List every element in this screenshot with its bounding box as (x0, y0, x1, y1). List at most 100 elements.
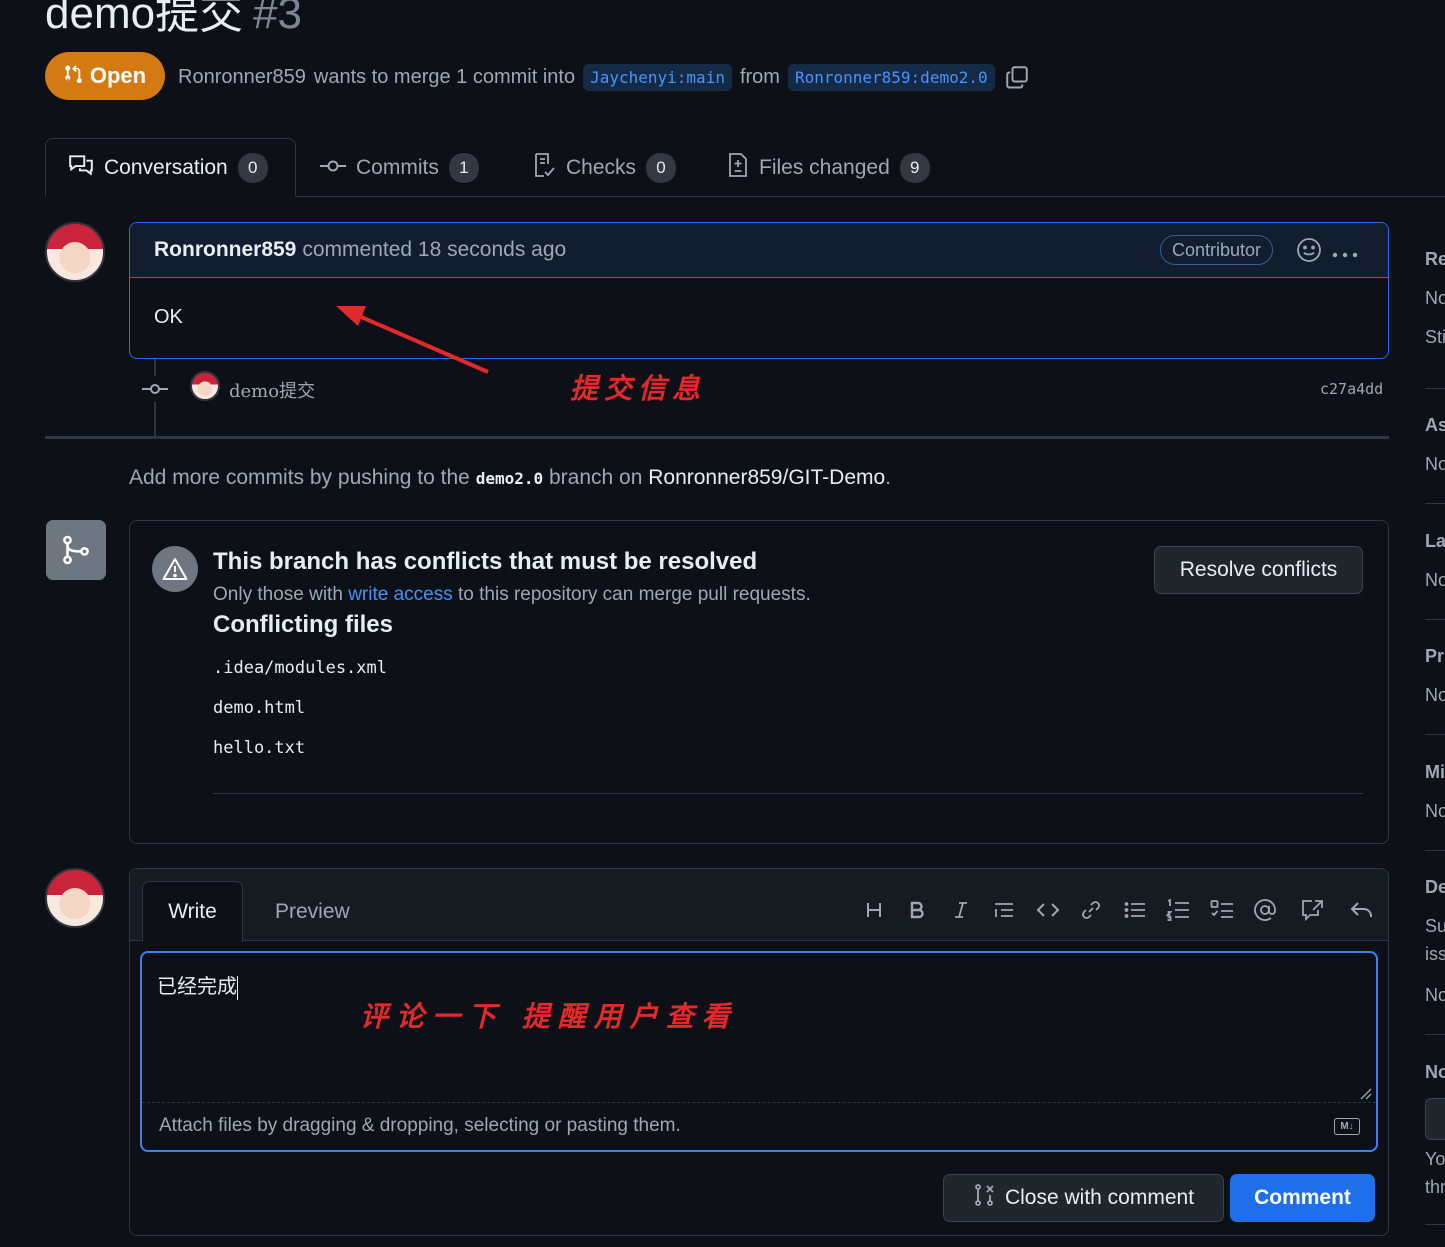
sidebar-divider (1425, 1224, 1445, 1225)
sidebar-assignees-value: No (1425, 454, 1445, 474)
pr-author-link[interactable]: Ronronner859 (178, 66, 306, 89)
tab-label: Commits (356, 155, 439, 179)
pr-number: #3 (253, 0, 303, 38)
conflict-file: hello.txt (213, 738, 306, 758)
tab-conversation[interactable]: Conversation 0 (45, 138, 296, 197)
status-label: Open (89, 63, 147, 88)
tab-commits[interactable]: Commits 1 (320, 138, 479, 197)
mention-icon[interactable] (1244, 893, 1288, 927)
sidebar-assignees-heading[interactable]: As (1425, 415, 1445, 436)
sidebar-notifications-text: thr (1425, 1177, 1445, 1197)
sidebar-divider (1425, 850, 1445, 851)
link-icon[interactable] (1070, 893, 1114, 927)
ordered-list-icon[interactable] (1157, 893, 1201, 927)
tab-write[interactable]: Write (142, 881, 243, 942)
code-icon[interactable] (1026, 893, 1070, 927)
file-diff-icon (727, 152, 749, 184)
write-access-link[interactable]: write access (348, 584, 453, 605)
resolve-conflicts-button[interactable]: Resolve conflicts (1154, 546, 1363, 594)
reply-icon[interactable] (1337, 893, 1387, 927)
subscribe-button[interactable] (1425, 1098, 1445, 1140)
sidebar-milestone-heading[interactable]: Mi (1425, 762, 1445, 783)
annotation-comment-hint: 评论一下 提醒用户查看 (360, 1000, 738, 1033)
avatar[interactable] (45, 222, 105, 282)
task-list-icon[interactable] (1200, 893, 1244, 927)
checklist-icon (532, 152, 556, 184)
tab-label: Conversation (104, 155, 228, 179)
attach-files-hint[interactable]: Attach files by dragging & dropping, sel… (159, 1115, 681, 1137)
sidebar-divider (1425, 619, 1445, 620)
repo-link[interactable]: Ronronner859/GIT-Demo (648, 466, 885, 489)
comment-body: OK (154, 306, 183, 328)
tab-counter: 0 (646, 152, 677, 183)
sidebar-notifications-text: Yo (1425, 1149, 1445, 1169)
sidebar-development-text: Su (1425, 916, 1445, 936)
sidebar-divider (1425, 1034, 1445, 1035)
merge-text: wants to merge 1 commit into (313, 65, 576, 88)
close-button-label: Close with comment (1004, 1186, 1195, 1209)
git-commit-icon (320, 156, 346, 180)
kebab-horizontal-icon[interactable] (1332, 246, 1358, 264)
pr-title: demo提交 #3 (45, 0, 302, 42)
copy-icon[interactable] (1003, 63, 1031, 91)
smiley-icon[interactable] (1296, 237, 1322, 268)
commit-sha[interactable]: c27a4dd (1320, 380, 1383, 398)
sidebar-reviewers-heading[interactable]: Re (1425, 249, 1445, 270)
tab-preview[interactable]: Preview (275, 900, 350, 924)
sidebar-development-text: iss (1425, 944, 1445, 964)
branch-name: demo2.0 (475, 469, 544, 488)
comment-text-value[interactable]: 已经完成 (157, 970, 238, 1000)
markdown-icon[interactable]: M↓ (1334, 1118, 1360, 1135)
unordered-list-icon[interactable] (1113, 893, 1157, 927)
sidebar-notifications-heading: No (1425, 1062, 1445, 1082)
add-commits-hint: Add more commits by pushing to the demo2… (129, 466, 892, 489)
sidebar-development-heading[interactable]: De (1425, 877, 1445, 898)
tab-counter: 1 (448, 152, 479, 183)
tab-files-changed[interactable]: Files changed 9 (727, 138, 930, 197)
avatar[interactable] (190, 371, 220, 401)
status-badge: Open (45, 52, 165, 100)
cross-reference-icon[interactable] (1287, 893, 1337, 927)
head-branch[interactable]: Ronronner859:demo2.0 (787, 63, 995, 91)
comment-meta[interactable]: commented 18 seconds ago (302, 238, 566, 262)
sidebar-labels-heading[interactable]: La (1425, 531, 1445, 552)
base-branch[interactable]: Jaychenyi:main (583, 63, 732, 91)
bold-icon[interactable] (896, 893, 940, 927)
commit-message[interactable]: demo提交 (229, 377, 315, 403)
tab-counter: 9 (899, 152, 930, 183)
text-caret (237, 975, 238, 1000)
sidebar-projects-heading[interactable]: Pr (1425, 646, 1444, 667)
conflict-file: demo.html (213, 698, 306, 718)
git-commit-icon (142, 376, 168, 402)
conflict-file: .idea/modules.xml (213, 658, 387, 678)
avatar[interactable] (45, 868, 105, 928)
tab-counter: 0 (237, 152, 268, 183)
sidebar-projects-value: No (1425, 685, 1445, 705)
quote-icon[interactable] (983, 893, 1027, 927)
heading-icon[interactable] (852, 893, 896, 927)
sidebar-milestone-value: No (1425, 801, 1445, 821)
merge-summary: Ronronner859 wants to merge 1 commit int… (178, 60, 1031, 94)
pull-request-icon (64, 63, 84, 89)
sidebar-divider (1425, 503, 1445, 504)
sidebar-labels-value: No (1425, 570, 1445, 590)
comment-discussion-icon (68, 154, 94, 182)
timeline-divider (45, 436, 1389, 439)
comment-button[interactable]: Comment (1230, 1174, 1375, 1222)
alert-icon (152, 546, 198, 592)
italic-icon[interactable] (939, 893, 983, 927)
merge-divider (213, 793, 1363, 794)
annotation-commit-info: 提交信息 (570, 372, 707, 405)
sidebar-divider (1425, 734, 1445, 735)
comment-author[interactable]: Ronronner859 (154, 238, 296, 262)
tab-label: Files changed (759, 155, 890, 179)
resize-handle-icon[interactable] (1360, 1088, 1372, 1100)
close-with-comment-button[interactable]: Close with comment (943, 1174, 1224, 1222)
from-text: from (739, 65, 780, 88)
issue-closed-icon (973, 1183, 995, 1213)
sidebar-divider (1425, 388, 1445, 389)
sidebar-reviewers-value: No (1425, 288, 1445, 308)
sidebar-reviewers-note: Sti (1425, 327, 1445, 347)
conflicting-files-title: Conflicting files (213, 611, 393, 638)
tab-checks[interactable]: Checks 0 (532, 138, 677, 197)
